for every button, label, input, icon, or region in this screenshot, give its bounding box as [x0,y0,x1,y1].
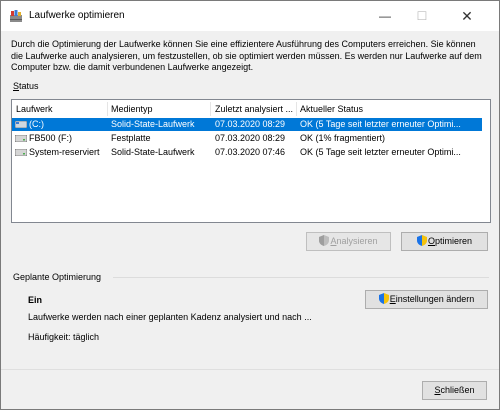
analyze-button[interactable]: Analysieren [306,232,391,251]
cell-last-analyzed: 07.03.2020 08:29 [215,119,286,129]
status-label: Status [13,81,39,91]
column-divider[interactable] [210,102,211,116]
uac-shield-icon [378,293,389,304]
column-divider[interactable] [107,102,108,116]
drive-icon [15,149,27,156]
uac-shield-icon [319,235,330,246]
close-label: chließen [440,385,475,395]
column-header-media-type[interactable]: Medientyp [111,104,153,114]
cell-status: OK (1% fragmentiert) [300,133,386,143]
cell-media-type: Solid-State-Laufwerk [111,119,195,129]
cell-last-analyzed: 07.03.2020 07:46 [215,147,286,157]
drive-list[interactable]: Laufwerk Medientyp Zuletzt analysiert ..… [11,99,491,223]
scheduled-state: Ein [28,295,43,305]
column-header-current-status[interactable]: Aktueller Status [300,104,363,114]
column-header-drive[interactable]: Laufwerk [16,104,53,114]
maximize-button[interactable]: ☐ [404,1,440,31]
minimize-button[interactable]: — [367,1,403,31]
column-divider[interactable] [296,102,297,116]
cell-drive: System-reserviert [29,147,100,157]
optimize-button[interactable]: Optimieren [401,232,488,251]
cell-media-type: Festplatte [111,133,151,143]
drive-icon [15,135,27,142]
cell-media-type: Solid-State-Laufwerk [111,147,195,157]
window-title: Laufwerke optimieren [29,10,125,21]
scheduled-description: Laufwerke werden nach einer geplanten Ka… [28,312,312,322]
cell-drive: FB500 (F:) [29,133,73,143]
cell-last-analyzed: 07.03.2020 08:29 [215,133,286,143]
table-row[interactable]: FB500 (F:) Festplatte 07.03.2020 08:29 O… [12,132,482,145]
optimize-mnemonic: O [427,236,435,246]
app-defrag-icon [10,10,22,22]
description-text: Durch die Optimierung der Laufwerke könn… [11,39,482,72]
scheduled-frequency: Häufigkeit: täglich [28,332,100,342]
list-header: Laufwerk Medientyp Zuletzt analysiert ..… [12,100,490,117]
column-header-last-analyzed[interactable]: Zuletzt analysiert ... [215,104,293,114]
analyze-label: nalysieren [336,236,378,246]
dialog-footer: Schließen [1,369,499,409]
scheduled-optimization-label: Geplante Optimierung [13,272,102,282]
cell-drive: (C:) [29,119,44,129]
title-bar[interactable]: Laufwerke optimieren — ☐ ✕ [1,1,499,31]
section-divider [113,277,489,278]
optimize-label: ptimieren [435,236,473,246]
change-settings-label: instellungen ändern [395,294,475,304]
cell-status: OK (5 Tage seit letzter erneuter Optimi.… [300,119,461,129]
close-icon: ✕ [461,8,473,24]
minimize-icon: — [379,9,391,23]
close-button[interactable]: Schließen [422,381,487,400]
change-settings-button[interactable]: Einstellungen ändern [365,290,488,309]
uac-shield-icon [416,235,427,246]
maximize-icon: ☐ [416,9,428,23]
close-window-button[interactable]: ✕ [449,1,485,31]
cell-status: OK (5 Tage seit letzter erneuter Optimi.… [300,147,461,157]
table-row[interactable]: (C:) Solid-State-Laufwerk 07.03.2020 08:… [12,118,482,131]
optimize-drives-window: Laufwerke optimieren — ☐ ✕ Durch die Opt… [0,0,500,410]
drive-icon [15,121,27,128]
table-row[interactable]: System-reserviert Solid-State-Laufwerk 0… [12,146,482,159]
